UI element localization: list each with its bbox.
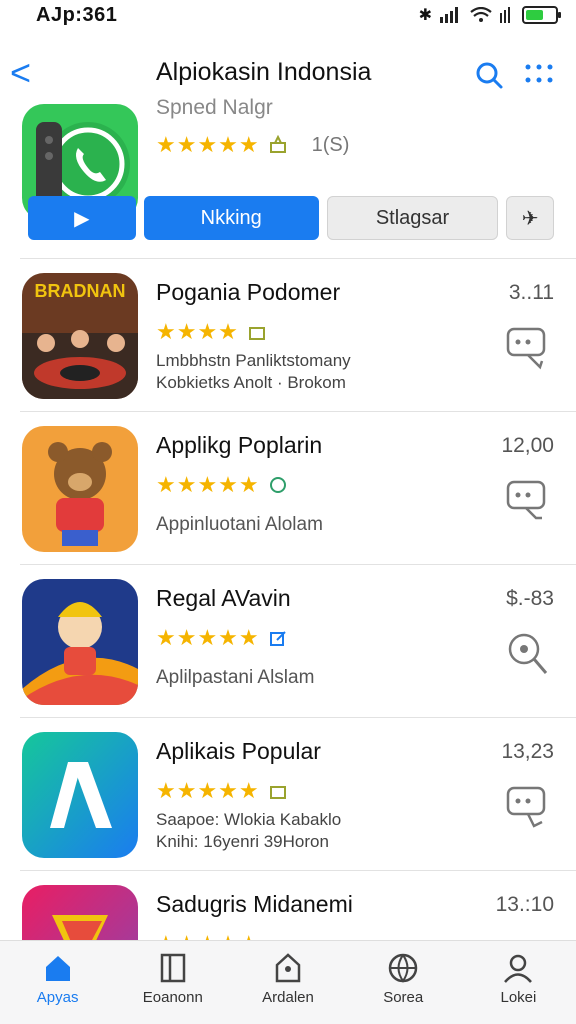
tab-bar: Apyas Eoanonn Ardalen Sorea Lokei (0, 940, 576, 1024)
app-icon (22, 579, 138, 705)
play-button[interactable]: ▶ (28, 196, 136, 240)
list-item[interactable]: Regal AVavin ★★★★★ Aplilpastani Alslam $… (0, 565, 576, 717)
app-price: 13.:10 (495, 893, 554, 916)
list-item[interactable]: Applikg Poplarin ★★★★★ Appinluotani Alol… (0, 412, 576, 564)
app-price: 12,00 (501, 434, 554, 457)
tab-label: Apyas (36, 989, 79, 1006)
rating-stars: ★★★★★ (156, 625, 260, 650)
chat-icon[interactable] (506, 478, 550, 526)
tab-search[interactable]: Sorea (346, 941, 461, 1024)
home-icon (45, 956, 70, 981)
tab-profile[interactable]: Lokei (461, 941, 576, 1024)
rating-stars: ★★★★ (156, 319, 239, 344)
award-icon (269, 135, 286, 153)
app-details: Appinluotani Alolam (156, 514, 323, 535)
status-bar: AJp:361 ✱ (0, 0, 576, 30)
app-price: 13,23 (501, 740, 554, 763)
book-icon (160, 953, 186, 983)
globe-icon (388, 953, 418, 983)
back-button[interactable]: < (10, 52, 31, 94)
tab-label: Lokei (500, 989, 537, 1006)
app-rating: ★★★★★ (156, 625, 288, 651)
app-title[interactable]: Sadugris Midanemi (156, 891, 353, 918)
app-title[interactable]: Pogania Podomer (156, 279, 340, 306)
app-header: < Alpiokasin Indonsia Spned Nalgr ★★★★★ … (0, 50, 576, 220)
app-icon: BRADNAN (22, 273, 138, 399)
tab-label: Sorea (383, 989, 424, 1006)
rating-stars: ★★★★★ (156, 472, 260, 497)
signal-icon (440, 7, 458, 23)
app-description: Lmbbhstn Panliktstomany (156, 351, 351, 370)
app-title[interactable]: Regal AVavin (156, 585, 291, 612)
developer-name[interactable]: Spned Nalgr (156, 96, 273, 120)
header-rating: ★★★★★ 1(S) (156, 132, 349, 158)
app-title[interactable]: Applikg Poplarin (156, 432, 322, 459)
signal-bars-icon (500, 7, 510, 23)
rating-stars: ★★★★★ (156, 778, 260, 803)
app-price: $.-83 (506, 587, 554, 610)
icon-text: BRADNAN (35, 281, 126, 301)
action-bar: ▶ Nkking Stlagsar ✈ (28, 196, 554, 242)
status-time: AJp:361 (36, 3, 118, 26)
refresh-icon (269, 477, 286, 493)
app-description: Saapoe: Wlokia Kabaklo (156, 810, 342, 829)
tab-label: Ardalen (262, 989, 314, 1006)
app-list: BRADNAN Pogania Podomer ★★★★ Lmbbhstn Pa… (0, 258, 576, 1023)
app-price: 3..11 (508, 281, 554, 304)
chat-icon[interactable] (506, 784, 550, 832)
tab-label: Eoanonn (142, 989, 203, 1006)
profile-icon (504, 954, 533, 983)
app-details: Knihi: 16yenri 39Horon (156, 832, 329, 851)
search-icon[interactable] (474, 60, 504, 90)
page-title: Alpiokasin Indonsia (156, 58, 372, 86)
wifi-icon (470, 7, 492, 22)
app-rating: ★★★★ (156, 319, 267, 345)
award-icon (269, 786, 286, 799)
app-rating: ★★★★★ (156, 778, 288, 804)
primary-button[interactable]: Nkking (143, 196, 319, 240)
tab-apps[interactable]: Apyas (0, 941, 115, 1024)
search-location-icon[interactable] (506, 631, 550, 679)
app-details: Aplilpastani Alslam (156, 667, 315, 688)
tab-updates[interactable]: Ardalen (230, 941, 345, 1024)
chat-icon[interactable] (506, 325, 550, 373)
app-title[interactable]: Aplikais Popular (156, 738, 321, 765)
edit-icon (269, 631, 286, 646)
app-icon (22, 732, 138, 858)
award-icon (248, 327, 265, 340)
status-indicators: ✱ (418, 5, 561, 25)
battery-icon (522, 6, 561, 24)
more-menu-icon[interactable] (524, 62, 554, 88)
rating-count: 1(S) (311, 133, 350, 156)
bluetooth-icon: ✱ (418, 7, 432, 24)
secondary-button[interactable]: Stlagsar (326, 196, 499, 240)
app-icon (22, 426, 138, 552)
bag-icon (275, 953, 301, 983)
list-item[interactable]: BRADNAN Pogania Podomer ★★★★ Lmbbhstn Pa… (0, 259, 576, 411)
list-item[interactable]: Aplikais Popular ★★★★★ Saapoe: Wlokia Ka… (0, 718, 576, 870)
rating-stars: ★★★★★ (156, 132, 260, 157)
pin-button[interactable]: ✈ (506, 196, 554, 240)
app-rating: ★★★★★ (156, 472, 288, 498)
app-details: Kobkietks Anolt · Brokom (156, 373, 346, 392)
tab-games[interactable]: Eoanonn (115, 941, 230, 1024)
